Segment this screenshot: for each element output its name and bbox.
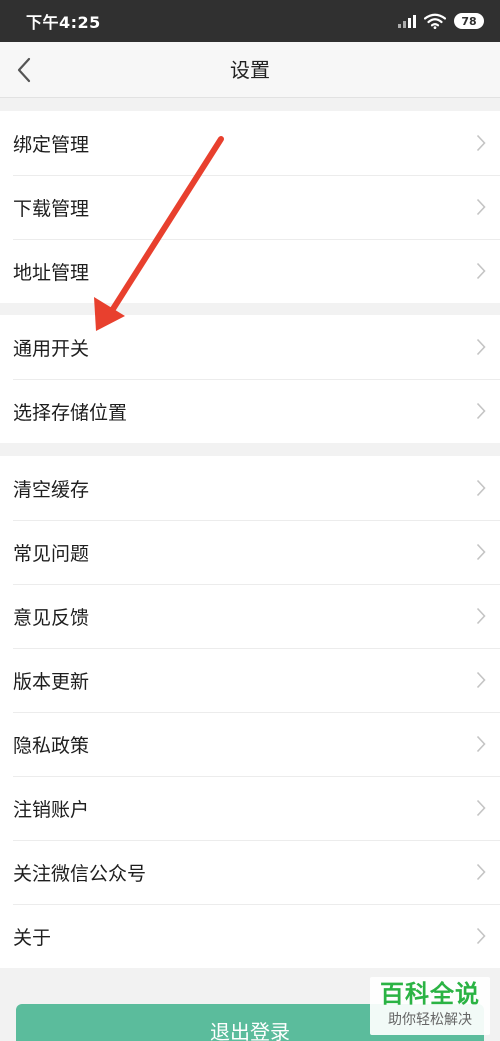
chevron-right-icon (476, 543, 486, 561)
watermark-subtitle: 助你轻松解决 (388, 1012, 472, 1028)
chevron-right-icon (476, 799, 486, 817)
settings-row-version-update[interactable]: 版本更新 (0, 648, 500, 712)
chevron-right-icon (476, 338, 486, 356)
page-title: 设置 (230, 58, 270, 82)
chevron-right-icon (476, 479, 486, 497)
status-time: 下午4:25 (26, 13, 101, 32)
settings-row-label: 常见问题 (13, 542, 90, 565)
chevron-right-icon (476, 262, 486, 280)
settings-group-misc: 清空缓存 常见问题 意见反馈 版本更新 隐私政策 注销账户 关注微信公众号 关于 (0, 456, 500, 968)
chevron-right-icon (476, 671, 486, 689)
settings-row-label: 下载管理 (13, 197, 90, 220)
settings-row-label: 隐私政策 (13, 734, 90, 757)
chevron-right-icon (476, 134, 486, 152)
status-bar: 下午4:25 78 (0, 0, 500, 42)
settings-row-privacy-policy[interactable]: 隐私政策 (0, 712, 500, 776)
settings-row-clear-cache[interactable]: 清空缓存 (0, 456, 500, 520)
settings-row-storage-location[interactable]: 选择存储位置 (0, 379, 500, 443)
chevron-right-icon (476, 198, 486, 216)
settings-row-label: 清空缓存 (13, 478, 90, 501)
settings-group-general: 通用开关 选择存储位置 (0, 315, 500, 443)
settings-row-binding[interactable]: 绑定管理 (0, 111, 500, 175)
chevron-right-icon (476, 402, 486, 420)
settings-row-about[interactable]: 关于 (0, 904, 500, 968)
chevron-right-icon (476, 607, 486, 625)
settings-row-label: 注销账户 (13, 798, 90, 821)
settings-row-label: 通用开关 (13, 337, 90, 360)
watermark-title: 百科全说 (380, 980, 480, 1008)
settings-row-faq[interactable]: 常见问题 (0, 520, 500, 584)
settings-row-label: 版本更新 (13, 670, 90, 693)
battery-icon: 78 (454, 13, 484, 29)
settings-row-follow-wechat[interactable]: 关注微信公众号 (0, 840, 500, 904)
settings-row-feedback[interactable]: 意见反馈 (0, 584, 500, 648)
signal-icon (398, 14, 416, 28)
chevron-right-icon (476, 863, 486, 881)
nav-bar: 设置 (0, 42, 500, 98)
settings-row-label: 关注微信公众号 (13, 862, 147, 885)
settings-row-address[interactable]: 地址管理 (0, 239, 500, 303)
settings-group-account: 绑定管理 下载管理 地址管理 (0, 111, 500, 303)
chevron-right-icon (476, 927, 486, 945)
settings-row-label: 意见反馈 (13, 606, 90, 629)
wifi-icon (424, 13, 446, 29)
settings-row-label: 选择存储位置 (13, 401, 128, 424)
settings-screen: 下午4:25 78 设置 绑定管理 下载管理 地址管理 通用开关 选择存储位置 … (0, 0, 500, 1041)
watermark: 百科全说 助你轻松解决 (370, 977, 490, 1035)
status-icons: 78 (398, 13, 484, 29)
settings-row-general-switch[interactable]: 通用开关 (0, 315, 500, 379)
settings-row-label: 地址管理 (13, 261, 90, 284)
settings-row-label: 绑定管理 (13, 133, 90, 156)
settings-row-label: 关于 (13, 926, 52, 949)
settings-row-download[interactable]: 下载管理 (0, 175, 500, 239)
chevron-right-icon (476, 735, 486, 753)
settings-row-cancel-account[interactable]: 注销账户 (0, 776, 500, 840)
